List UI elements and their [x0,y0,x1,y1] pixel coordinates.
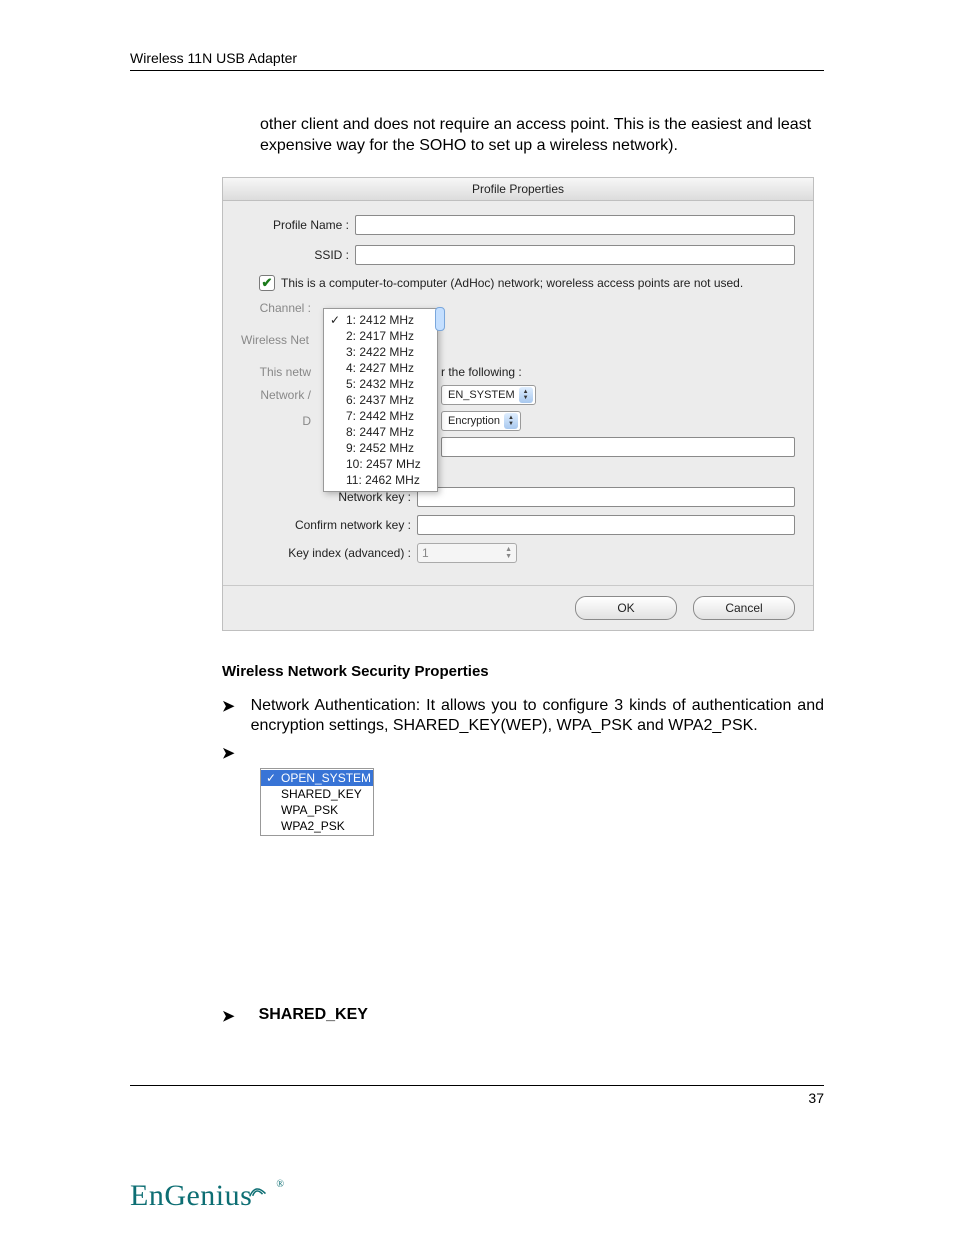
network-key-input[interactable] [417,487,795,507]
stepper-arrows-icon: ▲▼ [505,546,512,560]
adhoc-checkbox[interactable]: ✔ [259,275,275,291]
channel-option[interactable]: 4: 2427 MHz [324,360,437,376]
auth-option[interactable]: WPA_PSK [261,802,373,818]
profile-name-label: Profile Name : [241,218,355,232]
profile-name-input[interactable] [355,215,795,235]
engenius-logo: EnGenius ® [130,1179,284,1213]
auth-system-select[interactable]: EN_SYSTEM ▲▼ [441,385,536,405]
logo-text: EnGenius [130,1179,252,1212]
confirm-key-label: Confirm network key : [241,518,417,532]
ssid-input[interactable] [355,245,795,265]
ssid-label: SSID : [241,248,355,262]
bullet-arrow-icon: ➤ [222,744,235,762]
following-cut: r the following : [441,365,522,379]
encryption-extra-input[interactable] [441,437,795,457]
channel-option[interactable]: 6: 2437 MHz [324,392,437,408]
channel-label: Channel : [241,301,315,315]
select-arrows-icon: ▲▼ [519,387,533,403]
adhoc-label: This is a computer-to-computer (AdHoc) n… [281,276,743,290]
bullet-net-auth: Network Authentication: It allows you to… [251,696,824,738]
this-netw-cut: This netw [241,365,311,379]
d-cut: D [241,414,311,428]
network-key-label: Network key : [241,490,417,504]
profile-properties-dialog: Profile Properties Profile Name : SSID :… [222,177,814,631]
channel-option[interactable]: 9: 2452 MHz [324,440,437,456]
key-index-value: 1 [422,546,429,560]
channel-option[interactable]: 5: 2432 MHz [324,376,437,392]
channel-option[interactable]: 11: 2462 MHz [324,472,437,488]
dialog-title: Profile Properties [223,178,813,201]
auth-option[interactable]: SHARED_KEY [261,786,373,802]
page-number: 37 [130,1085,824,1106]
select-arrows-icon: ▲▼ [504,413,518,429]
encryption-value: Encryption [448,415,500,427]
bullet-arrow-icon: ➤ [222,697,235,715]
wireless-net-cut: Wireless Net [241,333,311,347]
confirm-key-input[interactable] [417,515,795,535]
auth-option[interactable]: WPA2_PSK [261,818,373,834]
channel-option[interactable]: 2: 2417 MHz [324,328,437,344]
registered-icon: ® [276,1179,284,1190]
intro-paragraph: other client and does not require an acc… [260,115,824,157]
encryption-select[interactable]: Encryption ▲▼ [441,411,521,431]
cancel-button[interactable]: Cancel [693,596,795,620]
channel-option[interactable]: 10: 2457 MHz [324,456,437,472]
channel-option[interactable]: 7: 2442 MHz [324,408,437,424]
key-index-stepper[interactable]: 1 ▲▼ [417,543,517,563]
bullet-shared-key: SHARED_KEY [259,1006,368,1024]
ok-button[interactable]: OK [575,596,677,620]
auth-options-menu: OPEN_SYSTEM SHARED_KEY WPA_PSK WPA2_PSK [260,768,374,836]
wave-icon [245,1179,270,1204]
key-index-label: Key index (advanced) : [241,546,417,560]
channel-popup: 1: 2412 MHz 2: 2417 MHz 3: 2422 MHz 4: 2… [323,308,438,492]
auth-option[interactable]: OPEN_SYSTEM [261,770,373,786]
page-header: Wireless 11N USB Adapter [130,50,824,71]
auth-system-value: EN_SYSTEM [448,389,515,401]
channel-option[interactable]: 1: 2412 MHz [324,312,437,328]
section-heading: Wireless Network Security Properties [222,663,824,680]
network-a-cut: Network / [241,388,311,402]
channel-option[interactable]: 3: 2422 MHz [324,344,437,360]
bullet-arrow-icon: ➤ [222,1007,235,1025]
channel-option[interactable]: 8: 2447 MHz [324,424,437,440]
